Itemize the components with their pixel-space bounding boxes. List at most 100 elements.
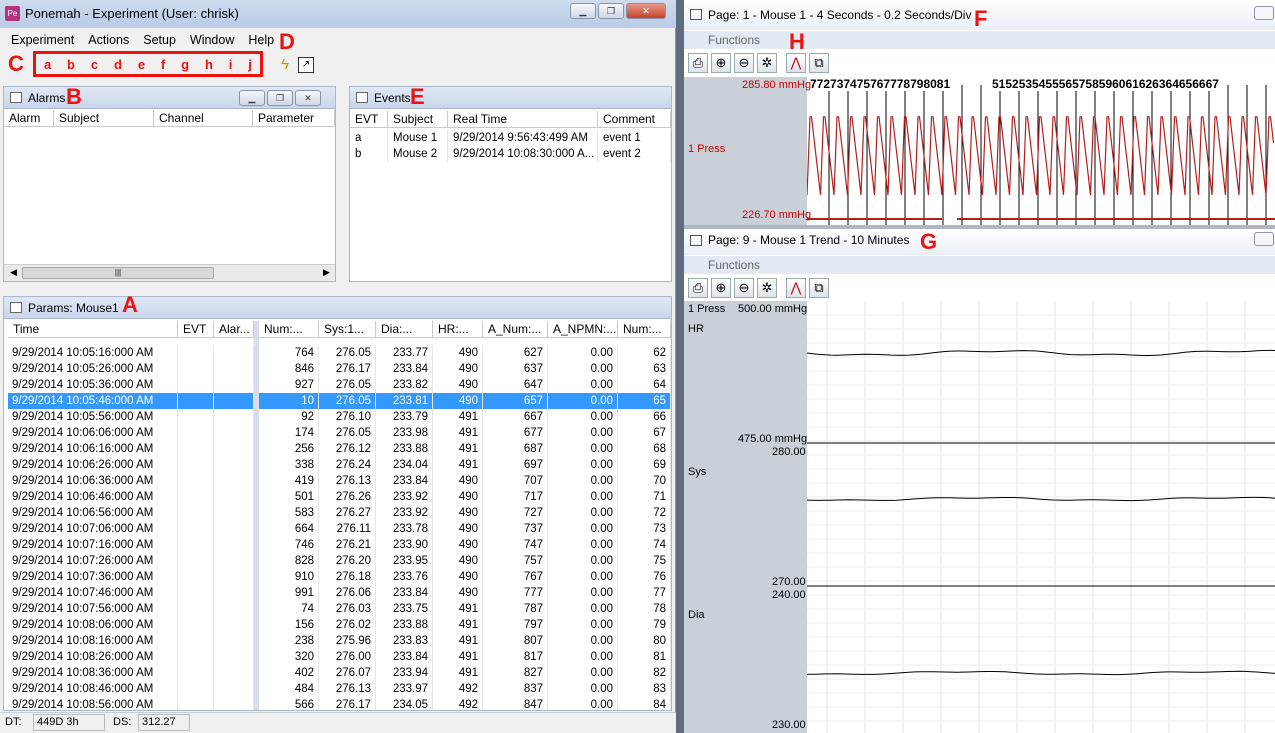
params-row[interactable]: 338 276.24 234.04 491 697 0.00 69 [259,457,671,473]
menu-setup[interactable]: Setup [143,31,176,49]
params-col-num[interactable]: Num:... [259,321,319,337]
params-row[interactable]: 664 276.11 233.78 490 737 0.00 73 [259,521,671,537]
print-icon[interactable]: ⎙ [688,53,708,73]
zoom-in-icon[interactable]: ⊕ [711,53,731,73]
params-col-num2[interactable]: Num:... [618,321,671,337]
params-col-time[interactable]: Time [8,321,178,337]
page9-functions-bar[interactable]: Functions [684,256,1275,274]
params-row[interactable]: 92 276.10 233.79 491 667 0.00 66 [259,409,671,425]
params-row[interactable]: 9/29/2014 10:07:36:000 AM [8,569,254,585]
window-splitter[interactable] [676,0,684,733]
event-letter-d[interactable]: d [114,57,122,72]
alarms-col-subject[interactable]: Subject [54,110,154,126]
params-row[interactable]: 419 276.13 233.84 490 707 0.00 70 [259,473,671,489]
waveform-icon[interactable]: ⋀ [786,278,806,298]
params-col-anpmn[interactable]: A_NPMN:... [548,321,618,337]
params-row[interactable]: 9/29/2014 10:08:36:000 AM [8,665,254,681]
params-row[interactable]: 746 276.21 233.90 490 747 0.00 74 [259,537,671,553]
autoscale-icon[interactable]: ✲ [757,278,777,298]
print-icon[interactable]: ⎙ [688,278,708,298]
params-col-anum[interactable]: A_Num:... [483,321,548,337]
params-row[interactable]: 501 276.26 233.92 490 717 0.00 71 [259,489,671,505]
autoscale-icon[interactable]: ✲ [757,53,777,73]
zoom-out-icon[interactable]: ⊖ [734,53,754,73]
params-row[interactable]: 174 276.05 233.98 491 677 0.00 67 [259,425,671,441]
alarms-restore-button[interactable]: ❐ [267,90,293,106]
page9-plot[interactable] [807,301,1275,733]
params-row[interactable]: 9/29/2014 10:05:56:000 AM [8,409,254,425]
events-col-realtime[interactable]: Real Time [448,111,598,127]
menu-help[interactable]: Help [248,31,274,49]
alarms-minimize-button[interactable]: ▁ [239,90,265,106]
alarms-col-alarm[interactable]: Alarm [4,110,54,126]
params-row[interactable]: 927 276.05 233.82 490 647 0.00 64 [259,377,671,393]
event-letter-h[interactable]: h [205,57,213,72]
page1-plot[interactable]: 772737475767778798081 515253545556575859… [807,77,1275,225]
zoom-out-icon[interactable]: ⊖ [734,278,754,298]
params-row[interactable]: 484 276.13 233.97 492 837 0.00 83 [259,681,671,697]
params-row[interactable]: 9/29/2014 10:05:16:000 AM [8,345,254,361]
params-row[interactable]: 910 276.18 233.76 490 767 0.00 76 [259,569,671,585]
menu-window[interactable]: Window [190,31,234,49]
params-row[interactable]: 991 276.06 233.84 490 777 0.00 77 [259,585,671,601]
menu-experiment[interactable]: Experiment [11,31,74,49]
events-col-comment[interactable]: Comment [598,111,671,127]
params-col-alarm[interactable]: Alar... [214,321,254,337]
page1-minimize-button[interactable] [1254,6,1274,20]
params-row[interactable]: 74 276.03 233.75 491 787 0.00 78 [259,601,671,617]
params-row[interactable]: 9/29/2014 10:06:46:000 AM [8,489,254,505]
minimize-button[interactable]: ▁ [570,3,596,19]
params-row[interactable]: 9/29/2014 10:08:56:000 AM [8,697,254,710]
params-row[interactable]: 9/29/2014 10:07:26:000 AM [8,553,254,569]
events-col-evt[interactable]: EVT [350,111,388,127]
params-row[interactable]: 9/29/2014 10:06:36:000 AM [8,473,254,489]
params-row[interactable]: 9/29/2014 10:08:26:000 AM [8,649,254,665]
params-col-sys[interactable]: Sys:1... [319,321,376,337]
params-row[interactable]: 10 276.05 233.81 490 657 0.00 65 [259,393,671,409]
event-letter-i[interactable]: i [229,57,233,72]
params-row[interactable]: 9/29/2014 10:08:06:000 AM [8,617,254,633]
params-row[interactable]: 9/29/2014 10:07:16:000 AM [8,537,254,553]
alarms-col-parameter[interactable]: Parameter [253,110,335,126]
params-row[interactable]: 9/29/2014 10:07:46:000 AM [8,585,254,601]
event-letter-c[interactable]: c [91,57,98,72]
lightning-icon[interactable]: ϟ [276,56,294,74]
params-row[interactable]: 256 276.12 233.88 491 687 0.00 68 [259,441,671,457]
chart-export-icon[interactable]: ↗ [298,57,314,73]
params-row[interactable]: 9/29/2014 10:07:56:000 AM [8,601,254,617]
events-row[interactable]: b Mouse 2 9/29/2014 10:08:30:000 A... ev… [350,146,671,162]
event-letter-j[interactable]: j [248,57,252,72]
params-row[interactable]: 9/29/2014 10:06:26:000 AM [8,457,254,473]
event-letter-e[interactable]: e [138,57,145,72]
params-row[interactable]: 583 276.27 233.92 490 727 0.00 72 [259,505,671,521]
params-row[interactable]: 9/29/2014 10:06:16:000 AM [8,441,254,457]
event-letter-g[interactable]: g [181,57,189,72]
alarms-scroll-thumb[interactable]: ||| [22,267,214,279]
copy-icon[interactable]: ⧉ [809,53,829,73]
events-col-subject[interactable]: Subject [388,111,448,127]
copy-icon[interactable]: ⧉ [809,278,829,298]
alarms-col-channel[interactable]: Channel [154,110,253,126]
alarms-close-button[interactable]: ✕ [295,90,321,106]
params-row[interactable]: 156 276.02 233.88 491 797 0.00 79 [259,617,671,633]
close-button[interactable]: ✕ [626,3,666,19]
params-row[interactable]: 9/29/2014 10:08:16:000 AM [8,633,254,649]
params-row[interactable]: 828 276.20 233.95 490 757 0.00 75 [259,553,671,569]
params-row[interactable]: 320 276.00 233.84 491 817 0.00 81 [259,649,671,665]
page9-minimize-button[interactable] [1254,232,1274,246]
params-col-evt[interactable]: EVT [178,321,214,337]
params-row[interactable]: 402 276.07 233.94 491 827 0.00 82 [259,665,671,681]
params-row[interactable]: 9/29/2014 10:05:26:000 AM [8,361,254,377]
alarms-hscrollbar[interactable]: ◀ ||| ▶ [4,264,335,281]
restore-button[interactable]: ❐ [598,3,624,19]
event-letter-a[interactable]: a [44,57,51,72]
event-letter-b[interactable]: b [67,57,75,72]
zoom-in-icon[interactable]: ⊕ [711,278,731,298]
params-row[interactable]: 846 276.17 233.84 490 637 0.00 63 [259,361,671,377]
params-row[interactable]: 238 275.96 233.83 491 807 0.00 80 [259,633,671,649]
page1-functions-bar[interactable]: Functions [684,31,1275,49]
params-row[interactable]: 9/29/2014 10:06:06:000 AM [8,425,254,441]
params-row[interactable]: 764 276.05 233.77 490 627 0.00 62 [259,345,671,361]
params-row[interactable]: 9/29/2014 10:08:46:000 AM [8,681,254,697]
params-col-hr[interactable]: HR:... [433,321,483,337]
